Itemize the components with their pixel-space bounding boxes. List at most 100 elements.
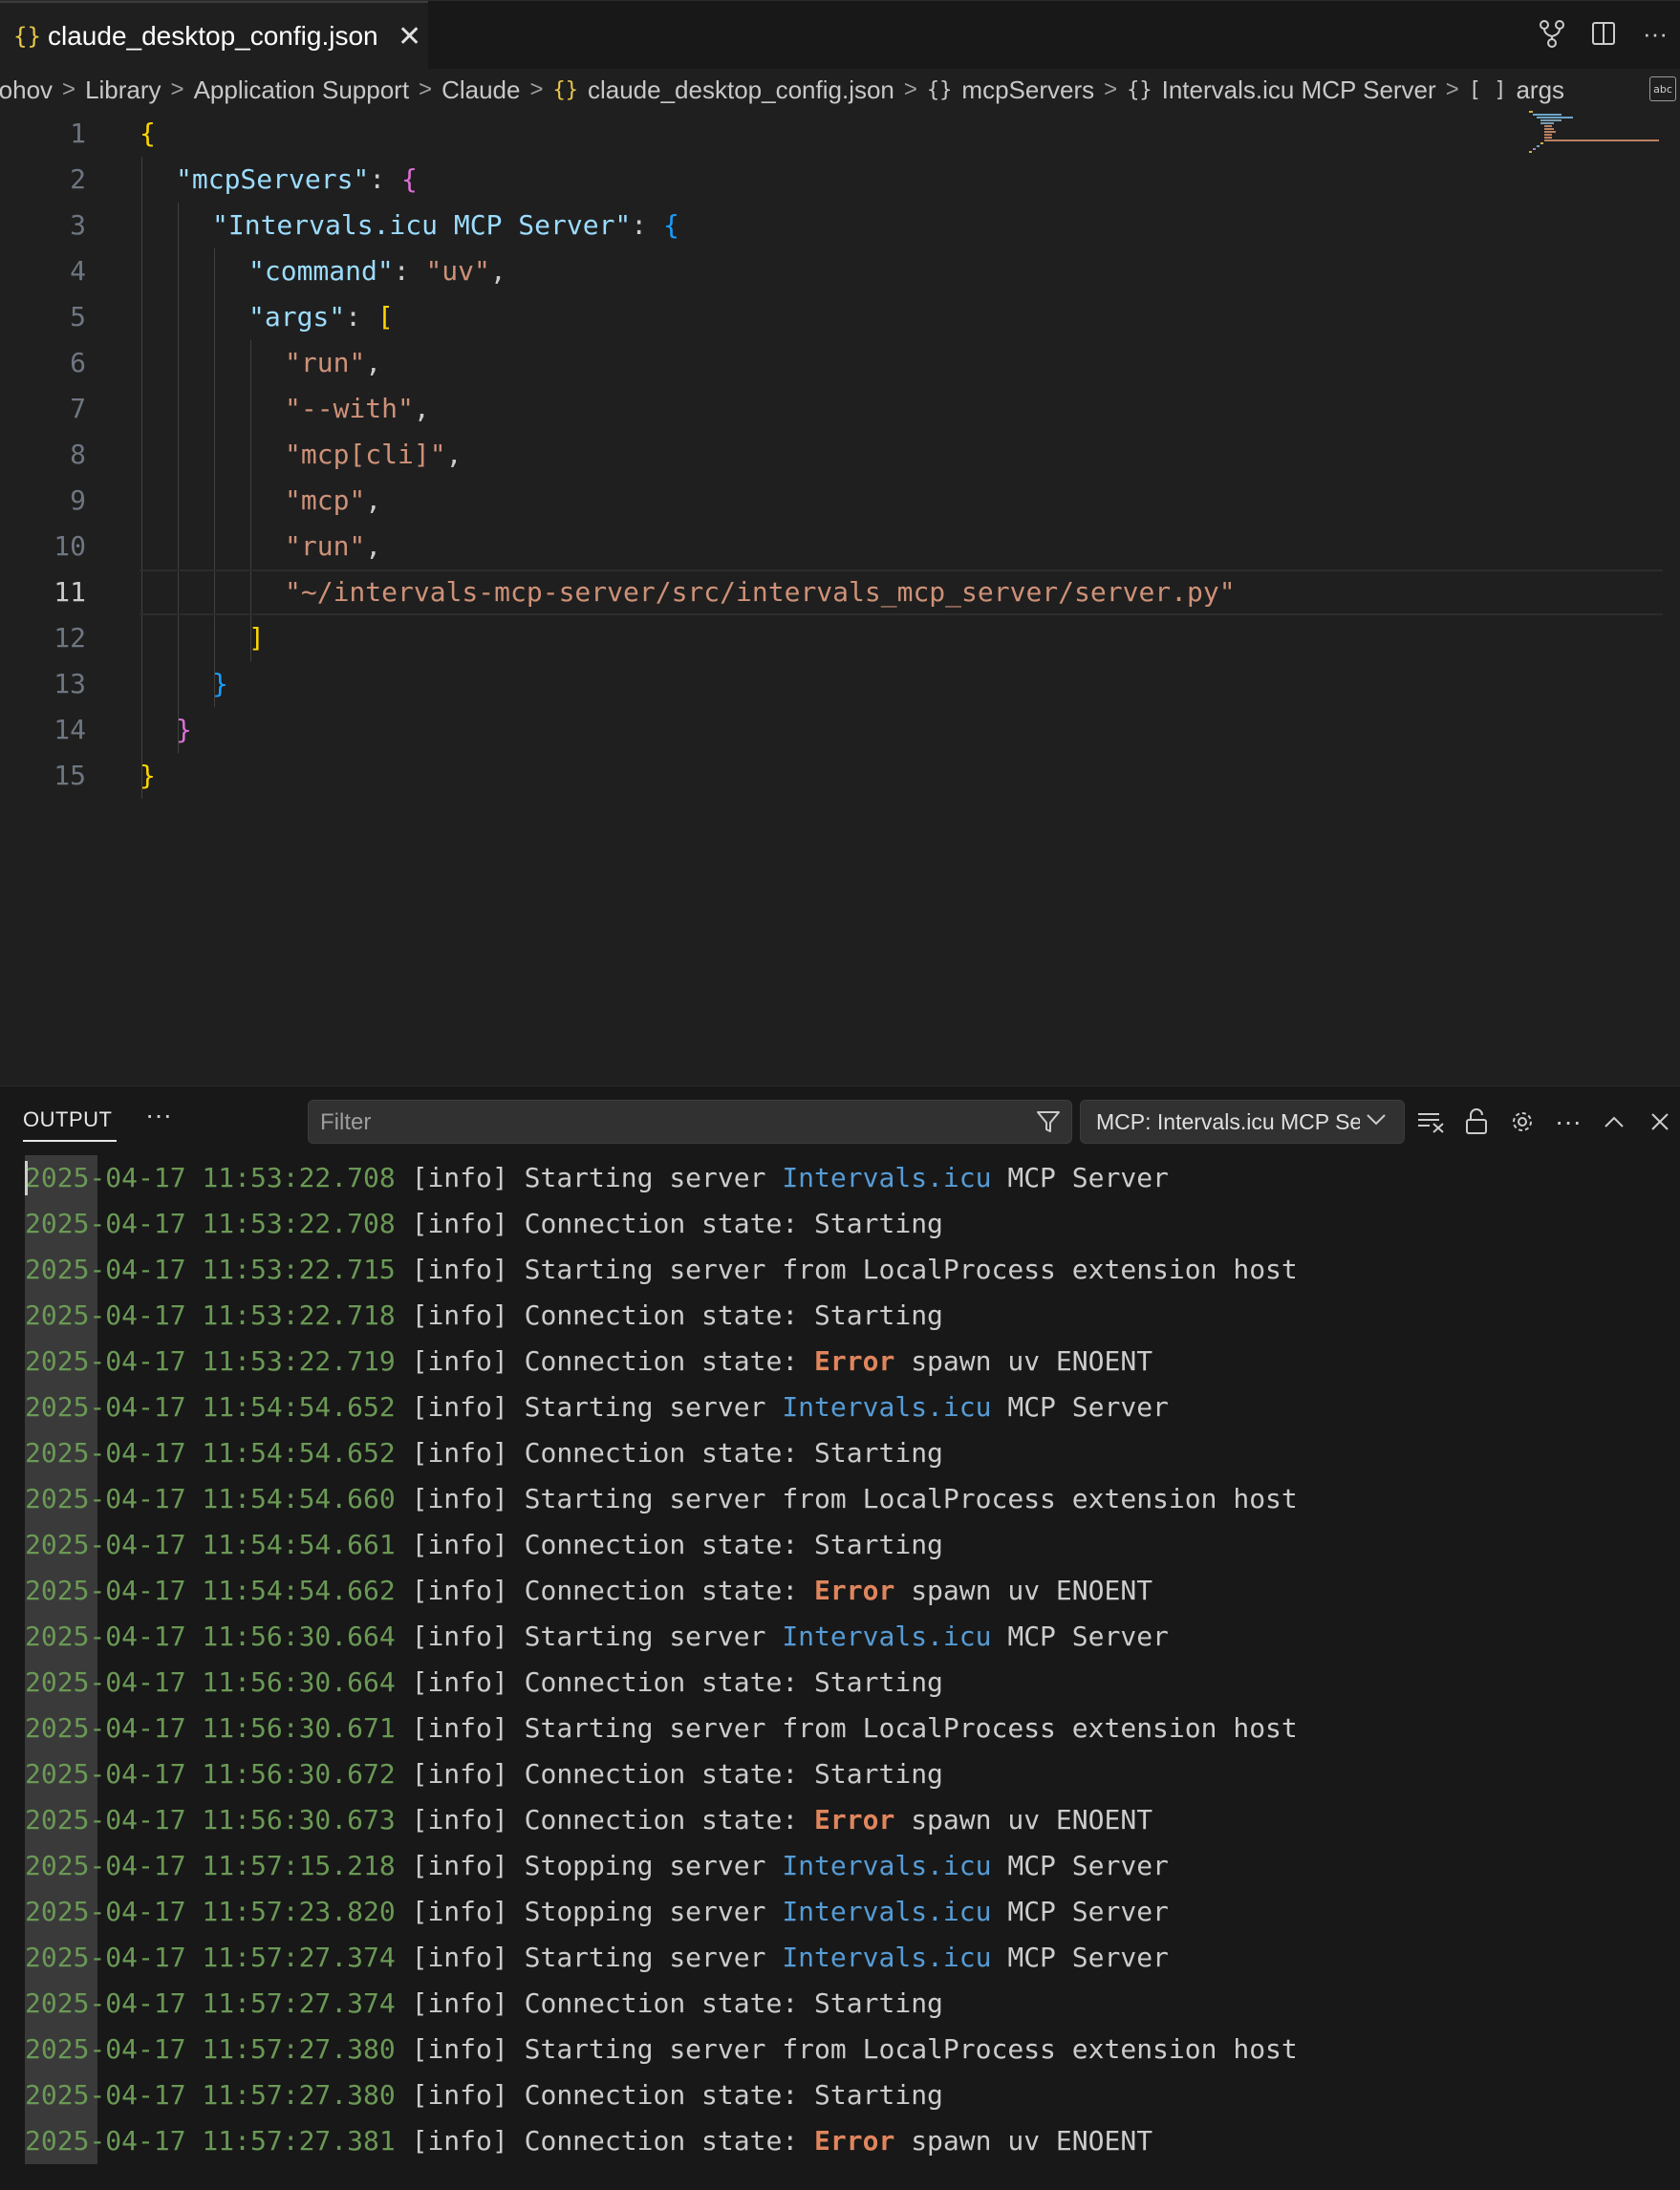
source-control-icon[interactable]	[1537, 14, 1567, 53]
chevron-up-icon[interactable]	[1598, 1103, 1630, 1141]
log-message: Connection state:	[524, 2125, 815, 2157]
breadcrumb-item-claude[interactable]: Claude	[442, 75, 520, 105]
log-text: 2025-04-17 11:53:22.708 [info] Starting …	[25, 1155, 1169, 1201]
chevron-right-icon: >	[170, 76, 184, 102]
log-timestamp: 2025-04-17 11:57:27.380	[25, 2033, 396, 2065]
log-text: 2025-04-17 11:57:15.218 [info] Stopping …	[25, 1843, 1169, 1889]
tab-output[interactable]: OUTPUT	[23, 1107, 112, 1132]
log-line: 2025-04-17 11:57:23.820 [info] Stopping …	[0, 1889, 1680, 1935]
close-icon[interactable]: ✕	[396, 20, 424, 54]
funnel-icon[interactable]	[1035, 1108, 1062, 1140]
gear-icon[interactable]	[1506, 1103, 1539, 1141]
log-timestamp: 2025-04-17 11:54:54.662	[25, 1575, 396, 1606]
more-icon[interactable]: ···	[1640, 14, 1670, 53]
line-number: 6	[70, 347, 86, 378]
log-level: [info]	[411, 1345, 508, 1377]
log-message: Stopping server	[524, 1850, 783, 1881]
breadcrumb-item-library[interactable]: Library	[85, 75, 161, 105]
log-text: 2025-04-17 11:56:30.664 [info] Starting …	[25, 1614, 1169, 1660]
clear-output-icon[interactable]	[1414, 1103, 1447, 1141]
log-text: 2025-04-17 11:56:30.673 [info] Connectio…	[25, 1797, 1152, 1843]
json-file-icon: {}	[13, 23, 41, 50]
object-icon: {}	[1127, 77, 1152, 102]
more-icon[interactable]: ···	[145, 1100, 172, 1130]
log-text: 2025-04-17 11:57:23.820 [info] Stopping …	[25, 1889, 1169, 1935]
log-line: 2025-04-17 11:56:30.672 [info] Connectio…	[0, 1751, 1680, 1797]
log-text: 2025-04-17 11:57:27.381 [info] Connectio…	[25, 2118, 1152, 2164]
chevron-right-icon: >	[1445, 76, 1459, 102]
log-timestamp: 2025-04-17 11:53:22.718	[25, 1299, 396, 1331]
editor-tab-claude-config[interactable]: {} claude_desktop_config.json ✕	[0, 1, 428, 70]
log-timestamp: 2025-04-17 11:54:54.660	[25, 1483, 396, 1514]
breadcrumb: rohov > Library > Application Support > …	[0, 69, 1680, 111]
log-message: Connection state:	[524, 1575, 815, 1606]
log-message: MCP Server	[991, 1391, 1169, 1423]
log-text: 2025-04-17 11:54:54.652 [info] Starting …	[25, 1385, 1169, 1430]
log-timestamp: 2025-04-17 11:54:54.661	[25, 1529, 396, 1560]
minimap[interactable]	[1529, 111, 1663, 187]
chevron-right-icon: >	[903, 76, 917, 102]
log-text: 2025-04-17 11:57:27.374 [info] Connectio…	[25, 1981, 943, 2027]
line-number: 4	[70, 255, 86, 287]
log-timestamp: 2025-04-17 11:57:27.374	[25, 1942, 396, 1973]
filter-box[interactable]	[308, 1100, 1072, 1144]
json-file-icon: {}	[552, 77, 578, 102]
log-timestamp: 2025-04-17 11:56:30.672	[25, 1758, 396, 1790]
line-number: 14	[54, 714, 86, 745]
breadcrumb-item-intervals-server[interactable]: {} Intervals.icu MCP Server	[1127, 75, 1436, 105]
split-editor-icon[interactable]	[1588, 14, 1619, 53]
breadcrumb-item-application-support[interactable]: Application Support	[194, 75, 409, 105]
line-number: 5	[70, 301, 86, 333]
log-level: [info]	[411, 2125, 508, 2157]
code-editor[interactable]: 1 2 3 4 5 6 7 8 9 10 11 12 13 14 15 { "m…	[0, 111, 1680, 1085]
tab-label: claude_desktop_config.json	[48, 21, 378, 51]
log-level: [info]	[411, 1299, 508, 1331]
filter-input[interactable]	[318, 1106, 1010, 1139]
log-line: 2025-04-17 11:53:22.715 [info] Starting …	[0, 1247, 1680, 1293]
log-level: [info]	[411, 1575, 508, 1606]
output-panel: OUTPUT ··· MCP: Intervals.icu MCP Server	[0, 1085, 1680, 2190]
log-level: [info]	[411, 1896, 508, 1927]
log-level: [info]	[411, 1666, 508, 1698]
breadcrumb-item-rohov[interactable]: rohov	[0, 75, 53, 105]
log-text: 2025-04-17 11:53:22.708 [info] Connectio…	[25, 1201, 943, 1247]
log-text: 2025-04-17 11:53:22.718 [info] Connectio…	[25, 1293, 943, 1339]
output-channel-select[interactable]: MCP: Intervals.icu MCP Server	[1080, 1100, 1405, 1144]
log-timestamp: 2025-04-17 11:53:22.708	[25, 1162, 396, 1193]
line-number: 15	[54, 760, 86, 791]
log-level: [info]	[411, 1804, 508, 1836]
lock-icon[interactable]	[1460, 1103, 1493, 1141]
log-timestamp: 2025-04-17 11:56:30.664	[25, 1621, 396, 1652]
text-cursor	[25, 1161, 28, 1195]
breadcrumb-item-config-file[interactable]: {} claude_desktop_config.json	[552, 75, 894, 105]
panel-actions: ···	[1414, 1100, 1676, 1144]
line-number: 12	[54, 622, 86, 654]
log-message: Connection state: Starting	[524, 1299, 943, 1331]
log-timestamp: 2025-04-17 11:53:22.715	[25, 1254, 396, 1285]
code-line-13: }	[212, 668, 228, 699]
editor-actions: ···	[1537, 14, 1670, 53]
log-timestamp: 2025-04-17 11:56:30.671	[25, 1712, 396, 1744]
breadcrumb-item-args[interactable]: [ ] args	[1469, 75, 1564, 105]
breadcrumb-item-mcpservers[interactable]: {} mcpServers	[927, 75, 1094, 105]
log-timestamp: 2025-04-17 11:54:54.652	[25, 1391, 396, 1423]
log-level: [info]	[411, 1850, 508, 1881]
log-level: [info]	[411, 1437, 508, 1469]
log-message: Connection state: Starting	[524, 1208, 943, 1239]
log-message: Connection state:	[524, 1345, 815, 1377]
output-log[interactable]: 2025-04-17 11:53:22.708 [info] Starting …	[0, 1155, 1680, 2164]
close-icon[interactable]	[1644, 1103, 1676, 1141]
spellcheck-icon[interactable]: abc	[1649, 76, 1676, 101]
line-number: 7	[70, 393, 86, 424]
log-message: spawn uv ENOENT	[894, 2125, 1153, 2157]
log-server-name: Intervals.icu	[782, 1896, 992, 1927]
more-icon[interactable]: ···	[1552, 1103, 1584, 1141]
line-number-active: 11	[54, 576, 86, 608]
log-message: Connection state: Starting	[524, 2079, 943, 2111]
log-server-name: Intervals.icu	[782, 1391, 992, 1423]
code-line-7: "--with",	[285, 393, 430, 424]
log-text: 2025-04-17 11:56:30.664 [info] Connectio…	[25, 1660, 943, 1706]
log-line: 2025-04-17 11:56:30.671 [info] Starting …	[0, 1706, 1680, 1751]
log-line: 2025-04-17 11:54:54.662 [info] Connectio…	[0, 1568, 1680, 1614]
code-line-14: }	[176, 714, 192, 745]
